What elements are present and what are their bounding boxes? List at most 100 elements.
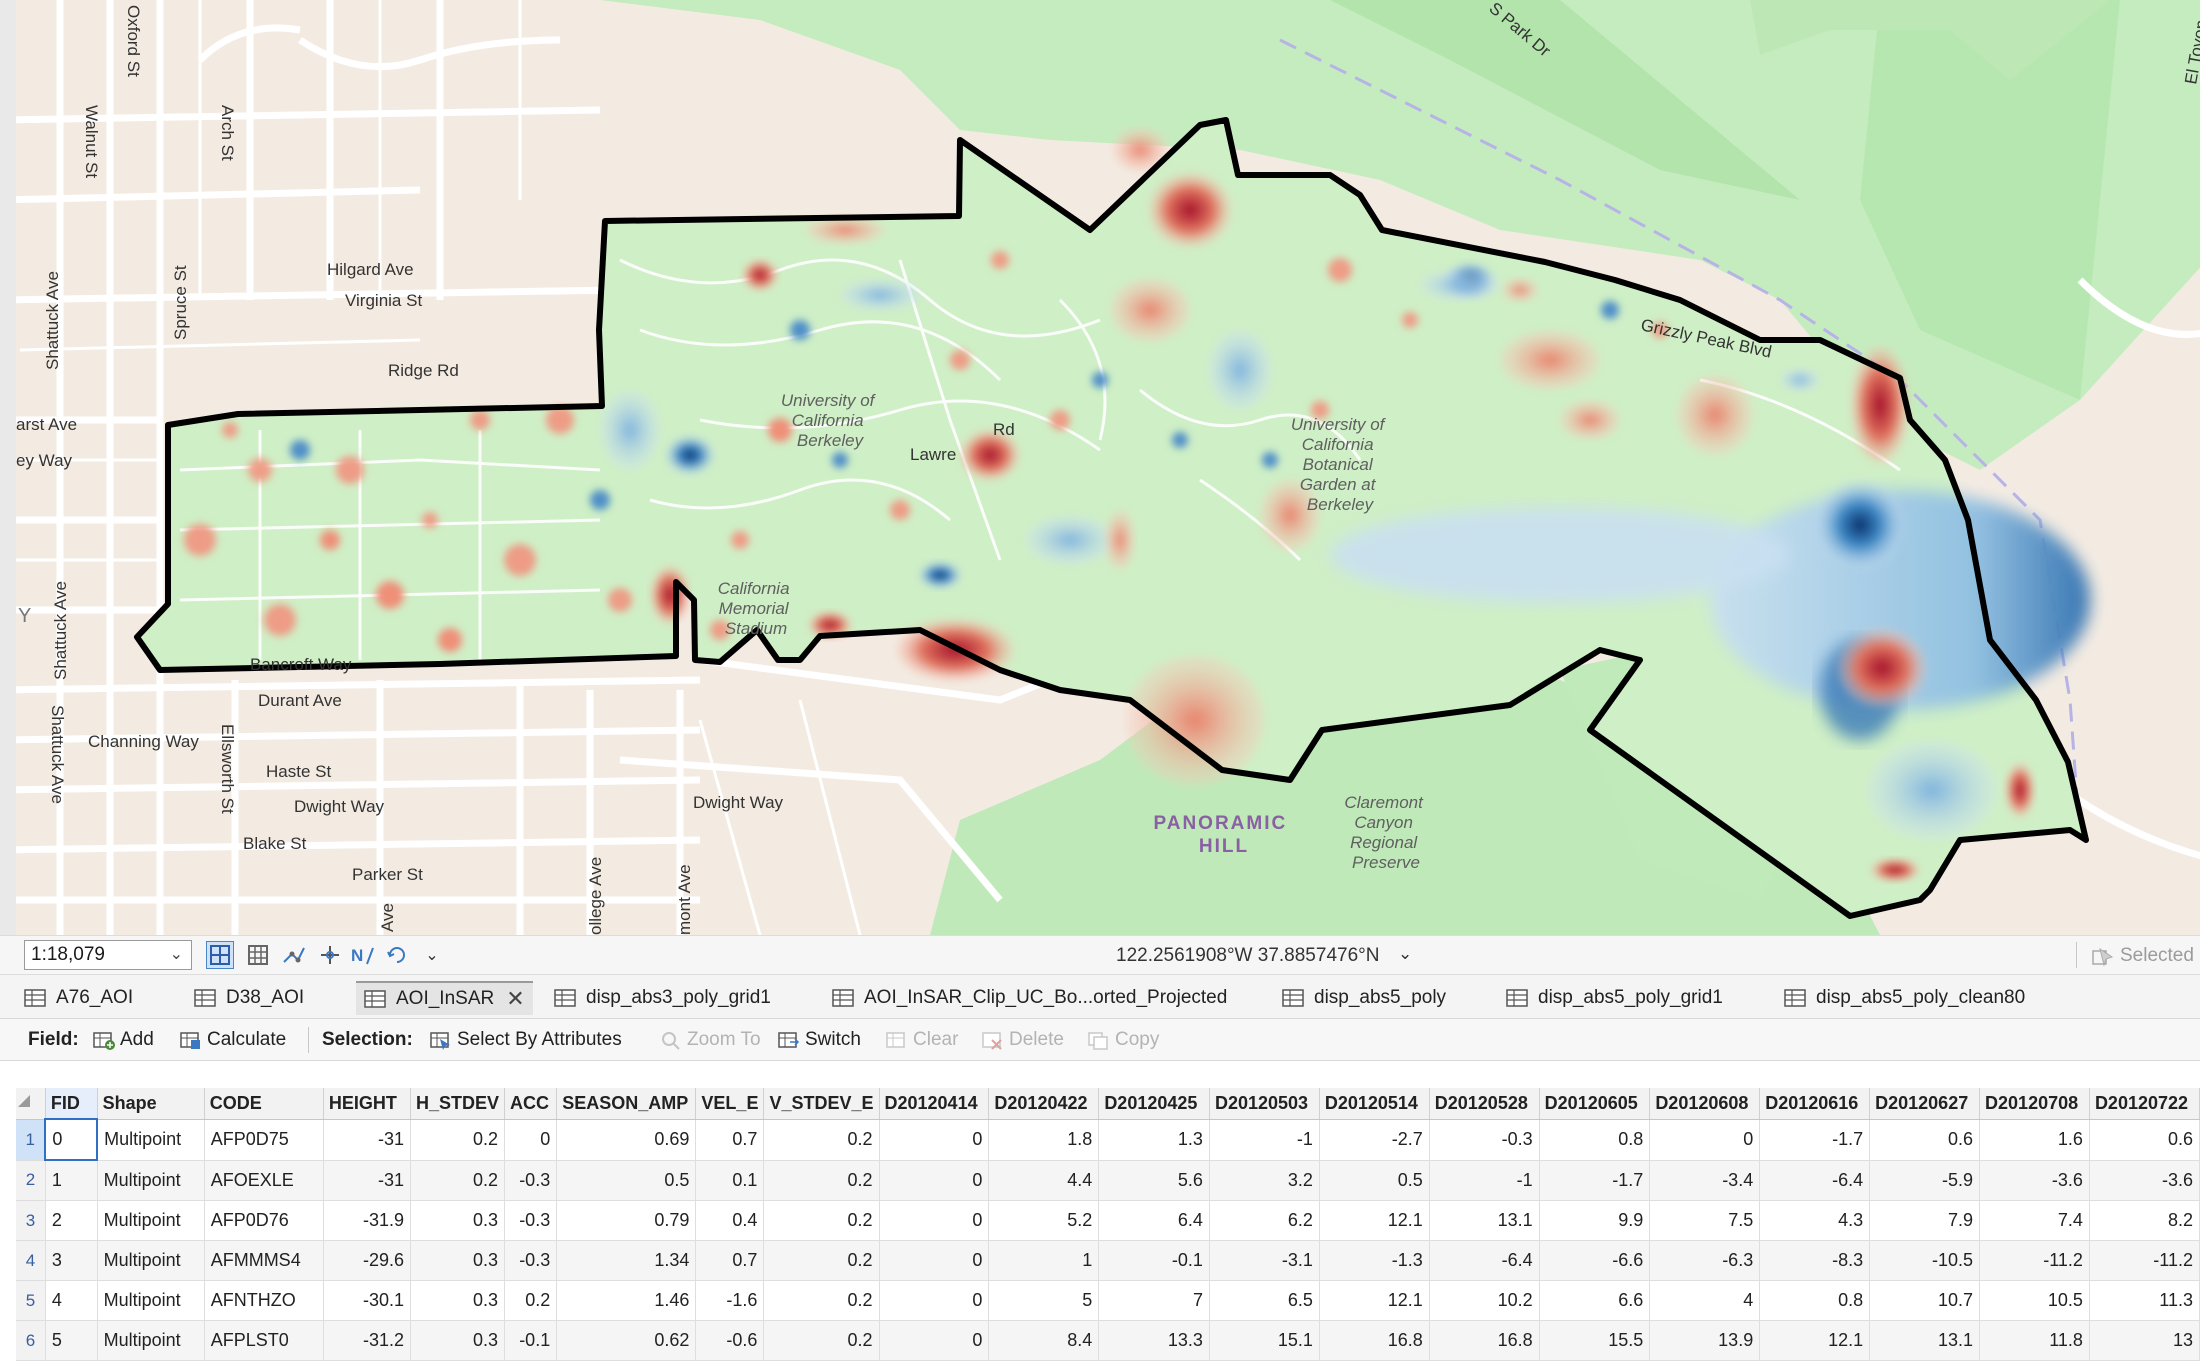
column-header-shape[interactable]: Shape — [97, 1088, 205, 1120]
table-cell[interactable]: 4 — [45, 1280, 98, 1321]
table-cell[interactable]: 5 — [988, 1280, 1100, 1321]
table-cell[interactable]: -31 — [323, 1119, 411, 1161]
table-cell[interactable]: 7.4 — [1979, 1200, 2090, 1241]
table-cell[interactable]: 10.7 — [1869, 1280, 1981, 1321]
table-cell[interactable]: -0.3 — [1429, 1119, 1540, 1161]
table-cell[interactable]: 15.5 — [1539, 1320, 1651, 1361]
table-cell[interactable]: -0.3 — [504, 1200, 558, 1241]
table-cell[interactable]: 0.2 — [763, 1280, 880, 1321]
tab-a76-aoi[interactable]: A76_AOI — [24, 981, 133, 1015]
table-cell[interactable]: 4 — [1649, 1280, 1761, 1321]
table-cell[interactable]: 0.79 — [556, 1200, 697, 1241]
column-header-code[interactable]: CODE — [204, 1088, 324, 1120]
table-cell[interactable]: 0.3 — [410, 1320, 506, 1361]
column-header-d20120605[interactable]: D20120605 — [1539, 1088, 1651, 1120]
table-cell[interactable]: -1.3 — [1319, 1240, 1430, 1281]
column-header-d20120422[interactable]: D20120422 — [988, 1088, 1100, 1120]
table-cell[interactable]: -6.3 — [1649, 1240, 1761, 1281]
table-cell[interactable]: -3.1 — [1209, 1240, 1320, 1281]
column-header-h-stdev[interactable]: H_STDEV — [410, 1088, 506, 1120]
table-cell[interactable]: 7 — [1098, 1280, 1210, 1321]
table-cell[interactable]: Multipoint — [97, 1320, 205, 1361]
table-cell[interactable]: 0.5 — [1319, 1160, 1430, 1201]
table-cell[interactable]: 13.1 — [1429, 1200, 1540, 1241]
attribute-table[interactable]: FID Shape CODE HEIGHT H_STDEV ACC SEASON… — [16, 1088, 2200, 1364]
table-row[interactable]: 2 1 Multipoint AFOEXLE -31 0.2 -0.3 0.5 0.1 0.2 0 4… — [16, 1160, 2200, 1201]
table-row[interactable]: 6 5 Multipoint AFPLST0 -31.2 0.3 -0.1 0.62 -0.6 0… — [16, 1320, 2200, 1361]
row-number[interactable]: 5 — [16, 1280, 46, 1321]
table-cell[interactable]: 0.3 — [410, 1240, 506, 1281]
table-cell[interactable]: 3 — [45, 1240, 98, 1281]
column-header-season-amp[interactable]: SEASON_AMP — [556, 1088, 697, 1120]
table-cell[interactable]: 0 — [44, 1118, 99, 1161]
table-cell[interactable]: -3.4 — [1649, 1160, 1761, 1201]
table-cell[interactable]: 0.7 — [695, 1119, 765, 1161]
row-number[interactable]: 1 — [16, 1119, 46, 1161]
zoom-to-button[interactable]: Zoom To — [660, 1029, 761, 1051]
table-cell[interactable]: 7.9 — [1869, 1200, 1981, 1241]
table-cell[interactable]: 1.34 — [556, 1240, 697, 1281]
column-header-height[interactable]: HEIGHT — [323, 1088, 411, 1120]
table-cell[interactable]: -10.5 — [1869, 1240, 1981, 1281]
grid-button[interactable] — [244, 941, 272, 969]
tab-disp-abs5-poly-clean80[interactable]: disp_abs5_poly_clean80 — [1784, 981, 2025, 1015]
copy-button[interactable]: Copy — [1088, 1029, 1159, 1051]
chevron-down-icon[interactable]: ⌄ — [1398, 944, 1412, 964]
table-cell[interactable]: 0 — [879, 1240, 990, 1281]
calculate-field-button[interactable]: Calculate — [180, 1029, 286, 1051]
table-cell[interactable]: 0.5 — [556, 1160, 697, 1201]
table-cell[interactable]: -29.6 — [323, 1240, 411, 1281]
table-cell[interactable]: 0.2 — [410, 1160, 506, 1201]
table-cell[interactable]: 1.46 — [556, 1280, 697, 1321]
table-cell[interactable]: 0 — [879, 1119, 990, 1161]
column-header-vel-e[interactable]: VEL_E — [695, 1088, 765, 1120]
column-header-d20120425[interactable]: D20120425 — [1098, 1088, 1210, 1120]
table-cell[interactable]: 0.2 — [763, 1160, 880, 1201]
table-cell[interactable]: 11.3 — [2089, 1280, 2200, 1321]
table-cell[interactable]: -1.7 — [1759, 1119, 1871, 1161]
table-cell[interactable]: -11.2 — [1979, 1240, 2090, 1281]
column-header-d20120722[interactable]: D20120722 — [2089, 1088, 2200, 1120]
table-cell[interactable]: 10.5 — [1979, 1280, 2090, 1321]
tab-disp-abs5-poly[interactable]: disp_abs5_poly — [1282, 981, 1446, 1015]
tab-aoi-insar-clip[interactable]: AOI_InSAR_Clip_UC_Bo...orted_Projected — [832, 981, 1227, 1015]
table-cell[interactable]: 0.1 — [695, 1160, 765, 1201]
table-cell[interactable]: 8.2 — [2089, 1200, 2200, 1241]
column-header-d20120627[interactable]: D20120627 — [1869, 1088, 1981, 1120]
table-cell[interactable]: -2.7 — [1319, 1119, 1430, 1161]
select-all-corner[interactable] — [16, 1088, 46, 1120]
table-cell[interactable]: 0 — [879, 1280, 990, 1321]
table-cell[interactable]: 13.9 — [1649, 1320, 1761, 1361]
table-cell[interactable]: -1 — [1429, 1160, 1540, 1201]
table-cell[interactable]: 0.2 — [410, 1119, 506, 1161]
table-cell[interactable]: 13.3 — [1098, 1320, 1210, 1361]
table-cell[interactable]: 9.9 — [1539, 1200, 1651, 1241]
table-cell[interactable]: -0.6 — [695, 1320, 765, 1361]
table-cell[interactable]: 5.6 — [1098, 1160, 1210, 1201]
tab-disp-abs5-poly-grid1[interactable]: disp_abs5_poly_grid1 — [1506, 981, 1723, 1015]
table-cell[interactable]: 6.6 — [1539, 1280, 1651, 1321]
table-cell[interactable]: 10.2 — [1429, 1280, 1540, 1321]
table-cell[interactable]: 6.5 — [1209, 1280, 1320, 1321]
table-row[interactable]: 5 4 Multipoint AFNTHZO -30.1 0.3 0.2 1.46 -1.6 0.… — [16, 1280, 2200, 1321]
table-cell[interactable]: 3.2 — [1209, 1160, 1320, 1201]
table-cell[interactable]: 0.3 — [410, 1280, 506, 1321]
table-cell[interactable]: Multipoint — [97, 1160, 205, 1201]
table-cell[interactable]: -31.9 — [323, 1200, 411, 1241]
table-cell[interactable]: 0.2 — [763, 1119, 880, 1161]
table-cell[interactable]: -1.6 — [695, 1280, 765, 1321]
column-header-d20120414[interactable]: D20120414 — [879, 1088, 990, 1120]
table-cell[interactable]: 1.8 — [988, 1119, 1100, 1161]
column-header-d20120503[interactable]: D20120503 — [1209, 1088, 1320, 1120]
table-cell[interactable]: AFMMMS4 — [204, 1240, 324, 1281]
table-cell[interactable]: 4.4 — [988, 1160, 1100, 1201]
tab-aoi-insar[interactable]: AOI_InSAR ✕ — [356, 981, 533, 1015]
table-cell[interactable]: 0.2 — [763, 1240, 880, 1281]
table-cell[interactable]: -31.2 — [323, 1320, 411, 1361]
column-header-acc[interactable]: ACC — [504, 1088, 558, 1120]
select-by-attributes-button[interactable]: Select By Attributes — [430, 1029, 622, 1051]
table-cell[interactable]: 6.4 — [1098, 1200, 1210, 1241]
column-header-d20120616[interactable]: D20120616 — [1759, 1088, 1871, 1120]
table-cell[interactable]: -30.1 — [323, 1280, 411, 1321]
table-cell[interactable]: -1.7 — [1539, 1160, 1651, 1201]
